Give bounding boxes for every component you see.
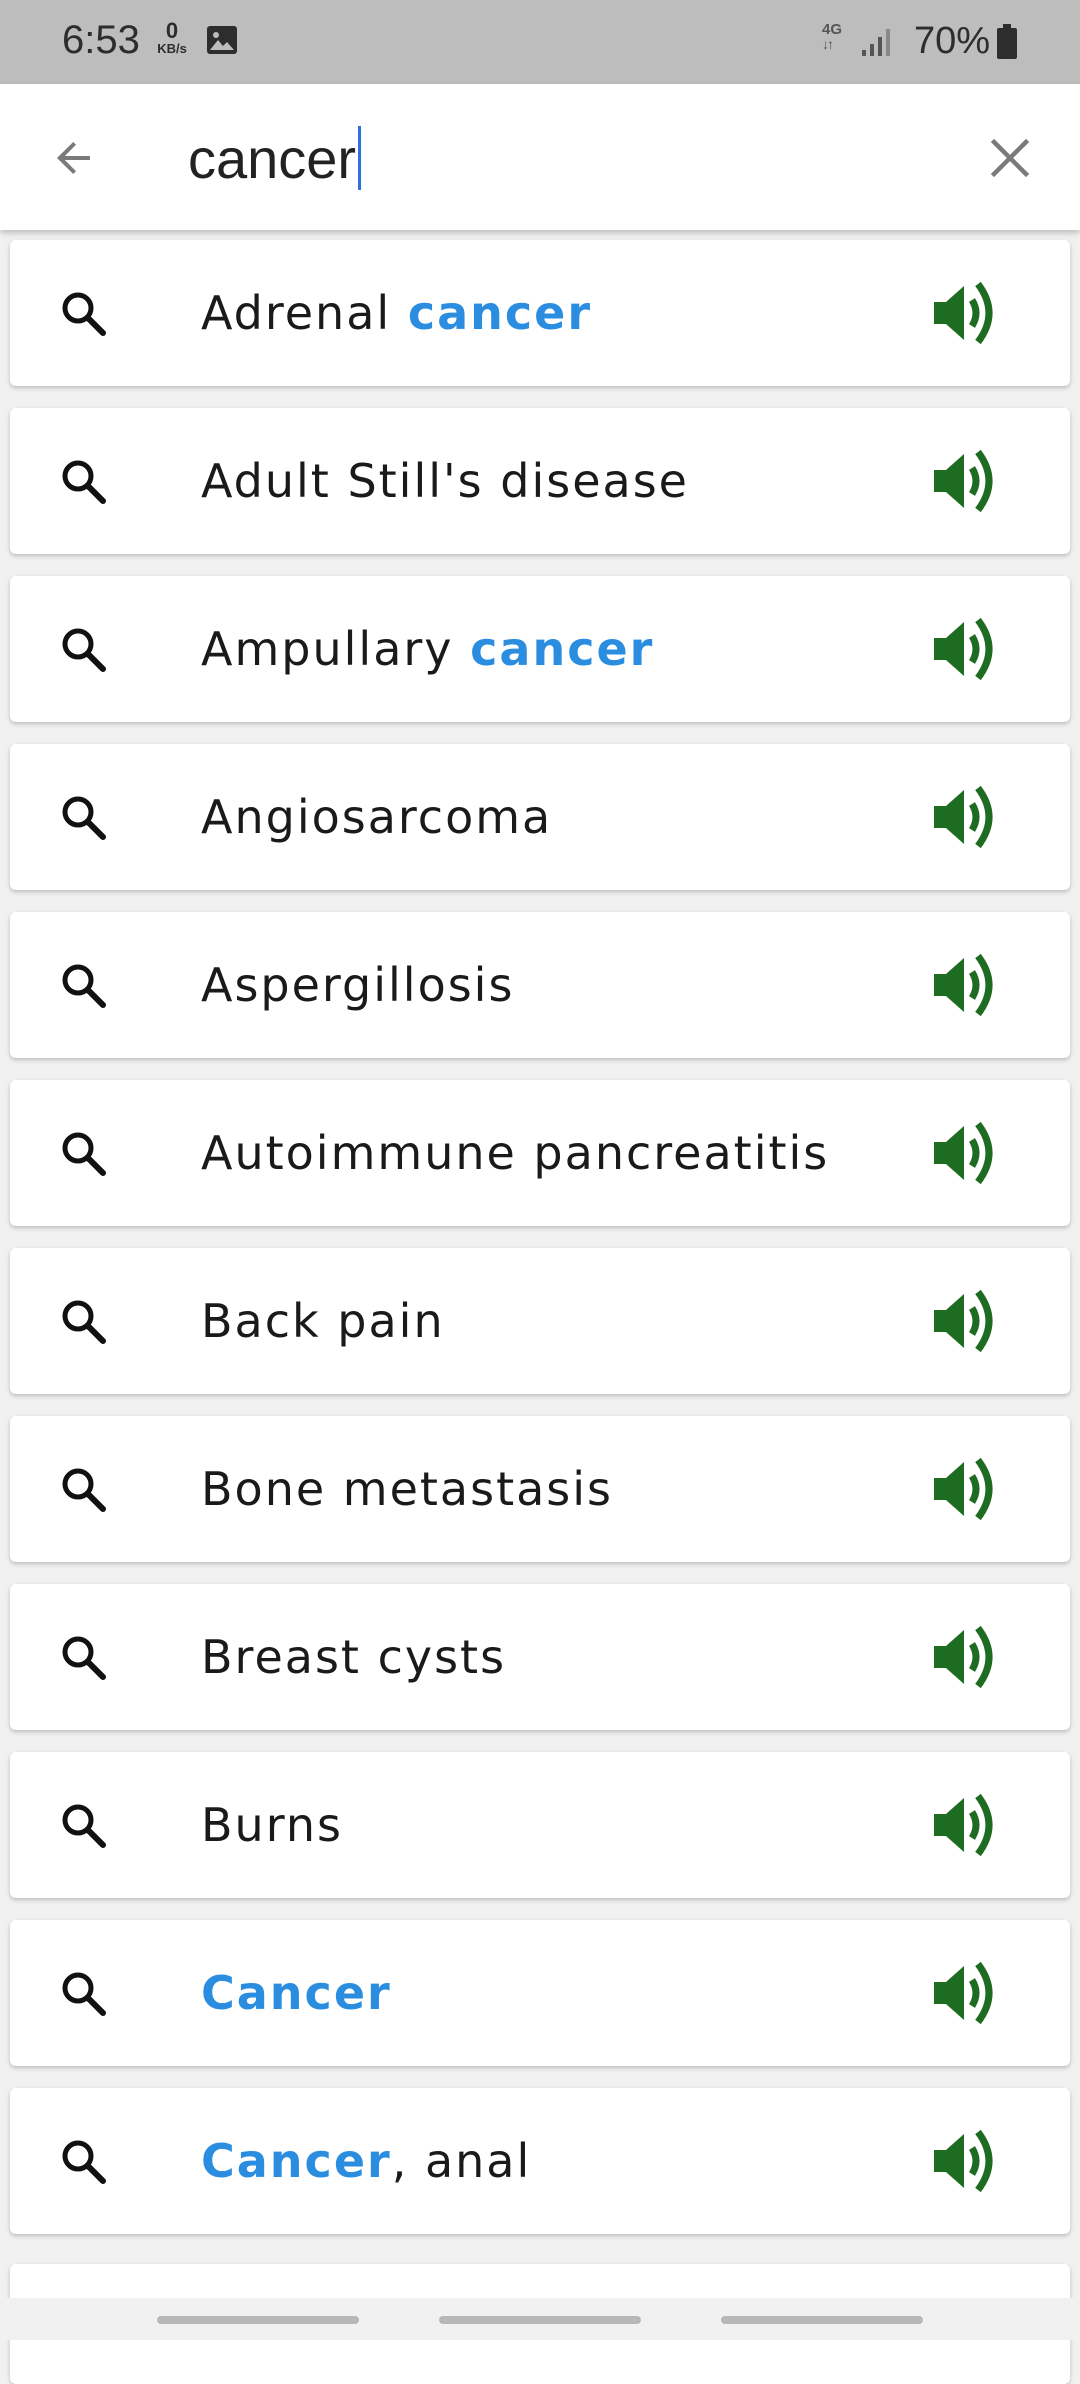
result-label: Back pain <box>201 1288 445 1354</box>
result-label-text: Aspergillosis <box>201 958 515 1012</box>
result-label-highlight: cancer <box>470 622 655 676</box>
battery-icon <box>997 24 1017 59</box>
result-label-text: Breast cysts <box>201 1630 507 1684</box>
result-label-text: Adrenal <box>201 286 408 340</box>
result-card[interactable]: Adrenal cancer <box>10 240 1070 386</box>
speaker-icon[interactable] <box>932 782 1006 852</box>
battery-percent: 70% <box>914 20 991 62</box>
result-card[interactable]: Aspergillosis <box>10 912 1070 1058</box>
search-query-text: cancer <box>188 126 357 190</box>
search-icon <box>62 1804 106 1848</box>
result-label-text: Ampullary <box>201 622 471 676</box>
gallery-notification-icon <box>207 26 237 54</box>
result-label: Ampullary cancer <box>201 616 654 682</box>
search-icon <box>62 2140 106 2184</box>
search-icon <box>62 1972 106 2016</box>
result-card[interactable]: Ampullary cancer <box>10 576 1070 722</box>
search-icon <box>62 460 106 504</box>
result-label-text: Angiosarcoma <box>201 790 553 844</box>
result-label-highlight: cancer <box>407 286 593 340</box>
result-card[interactable]: Bone metastasis <box>10 1416 1070 1562</box>
clear-search-button[interactable] <box>980 128 1040 188</box>
network-speed-unit: KB/s <box>157 41 187 56</box>
arrow-left-icon <box>57 142 90 174</box>
result-label-text: Burns <box>201 1798 343 1852</box>
data-arrows-icon: ↓↑ <box>822 36 834 52</box>
result-card[interactable]: Back pain <box>10 1248 1070 1394</box>
result-label: Burns <box>201 1792 343 1858</box>
signal-icon <box>862 29 890 56</box>
nav-handle-right[interactable] <box>721 2316 923 2324</box>
result-card[interactable]: Angiosarcoma <box>10 744 1070 890</box>
search-icon <box>62 292 106 336</box>
results-list: Adrenal cancer Adult Still's disease Ampul… <box>10 240 1070 2256</box>
result-label-text: , anal <box>391 2134 532 2188</box>
result-label: Angiosarcoma <box>201 784 552 850</box>
result-card[interactable]: Autoimmune pancreatitis <box>10 1080 1070 1226</box>
search-icon <box>62 1636 106 1680</box>
nav-handle-left[interactable] <box>157 2316 359 2324</box>
result-label: Cancer <box>201 1960 392 2026</box>
result-label: Adrenal cancer <box>201 280 592 346</box>
result-card[interactable]: Adult Still's disease <box>10 408 1070 554</box>
speaker-icon[interactable] <box>932 278 1006 348</box>
result-label: Bone metastasis <box>201 1456 613 1522</box>
speaker-icon[interactable] <box>932 1622 1006 1692</box>
network-speed-value: 0 <box>165 18 179 43</box>
navigation-bar <box>0 2298 1080 2340</box>
result-label: Cancer, anal <box>201 2128 531 2194</box>
back-button[interactable] <box>40 124 108 192</box>
search-icon <box>62 628 106 672</box>
speaker-icon[interactable] <box>932 1790 1006 1860</box>
result-label-highlight: Cancer <box>201 2134 392 2188</box>
speaker-icon[interactable] <box>932 2126 1006 2196</box>
result-label: Autoimmune pancreatitis <box>201 1120 829 1186</box>
speaker-icon[interactable] <box>932 950 1006 1020</box>
result-label: Adult Still's disease <box>201 448 689 514</box>
result-card[interactable]: Cancer, anal <box>10 2088 1070 2234</box>
search-icon <box>62 1300 106 1344</box>
result-card[interactable]: Cancer <box>10 1920 1070 2066</box>
result-label-highlight: Cancer <box>201 1966 392 2020</box>
result-label-text: Bone metastasis <box>201 1462 614 1516</box>
close-icon <box>990 138 1030 178</box>
result-label-text: Adult Still's disease <box>201 454 689 508</box>
nav-handle-center[interactable] <box>439 2316 641 2324</box>
result-label-text: Autoimmune pancreatitis <box>201 1126 830 1180</box>
result-label: Aspergillosis <box>201 952 514 1018</box>
speaker-icon[interactable] <box>932 1958 1006 2028</box>
search-icon <box>62 964 106 1008</box>
search-input[interactable]: cancer <box>188 118 988 198</box>
speaker-icon[interactable] <box>932 1118 1006 1188</box>
result-label-text: Back pain <box>201 1294 445 1348</box>
search-bar: cancer <box>0 84 1080 230</box>
speaker-icon[interactable] <box>932 1454 1006 1524</box>
speaker-icon[interactable] <box>932 446 1006 516</box>
search-icon <box>62 1132 106 1176</box>
result-label: Breast cysts <box>201 1624 506 1690</box>
network-type: 4G ↓↑ <box>822 22 842 51</box>
speaker-icon[interactable] <box>932 614 1006 684</box>
result-card[interactable]: Breast cysts <box>10 1584 1070 1730</box>
text-caret <box>358 126 362 190</box>
status-bar: 6:53 0 KB/s 4G ↓↑ 70% <box>0 0 1080 84</box>
search-icon <box>62 1468 106 1512</box>
status-time: 6:53 <box>62 18 140 62</box>
result-card[interactable]: Burns <box>10 1752 1070 1898</box>
speaker-icon[interactable] <box>932 1286 1006 1356</box>
search-icon <box>62 796 106 840</box>
network-speed: 0 KB/s <box>152 18 192 56</box>
